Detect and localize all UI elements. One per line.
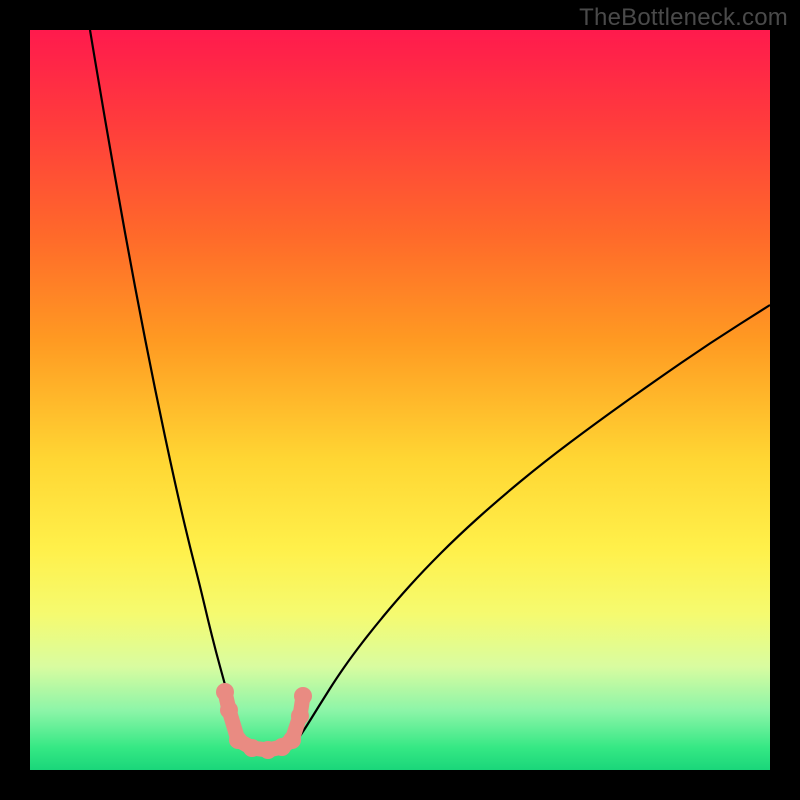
valley-node (216, 683, 234, 701)
valley-node (291, 707, 309, 725)
valley-node (243, 739, 261, 757)
curve-left-branch (90, 30, 240, 732)
curve-right-branch (300, 305, 770, 736)
valley-node (220, 701, 238, 719)
chart-frame: TheBottleneck.com (0, 0, 800, 800)
valley-node (294, 687, 312, 705)
chart-plot-area (30, 30, 770, 770)
attribution-text: TheBottleneck.com (579, 4, 788, 32)
valley-node (283, 731, 301, 749)
chart-svg (30, 30, 770, 770)
